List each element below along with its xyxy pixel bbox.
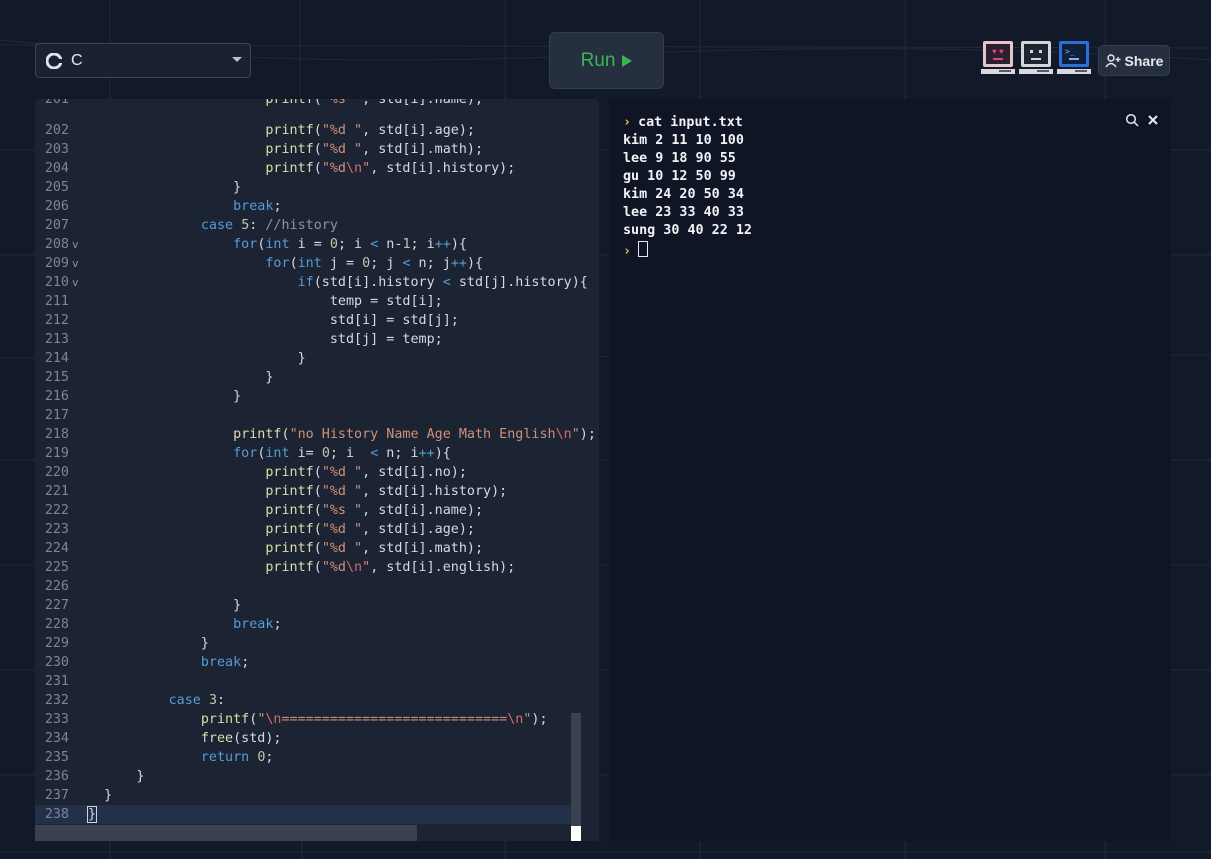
code-line: 210 v if(std[i].history < std[j].history)…	[44, 273, 588, 292]
console-panel[interactable]: › cat input.txt kim 2 11 10 100 lee 9 18 …	[609, 99, 1171, 841]
console-output-line: sung 30 40 22 12	[623, 223, 752, 238]
svg-text:>_: >_	[1065, 47, 1075, 56]
code-line: 225 printf("%d\n", std[i].english);	[44, 560, 516, 575]
collaborator-avatars: ♥ ♥ >_	[981, 40, 1091, 76]
code-line: 215 }	[44, 370, 274, 385]
code-line: 230 break;	[44, 655, 250, 670]
code-line: 237 }	[44, 788, 113, 803]
run-label: Run	[580, 49, 616, 71]
share-button[interactable]: Share	[1098, 45, 1170, 76]
c-language-icon	[46, 52, 62, 69]
console-output-line: gu 10 12 50 99	[623, 169, 736, 184]
code-line: 218 printf("no History Name Age Math Eng…	[44, 427, 596, 442]
code-line: 232 case 3:	[44, 693, 226, 708]
code-line: 231	[44, 674, 69, 689]
code-line: 227 }	[44, 598, 242, 613]
svg-text:♥: ♥	[999, 47, 1004, 56]
heart-eyes-monitor-icon[interactable]: ♥ ♥	[981, 40, 1015, 76]
code-line: 236 }	[44, 769, 145, 784]
code-line: 228 break;	[44, 617, 282, 632]
fold-chevron-icon[interactable]: v	[72, 235, 79, 254]
console-output-line: lee 23 33 40 33	[623, 205, 744, 220]
code-line: 233 printf("\n==========================…	[44, 712, 548, 727]
code-line: 217	[44, 408, 69, 423]
text-cursor: }	[86, 806, 98, 823]
code-line: 205 }	[44, 180, 242, 195]
scrollbar-corner	[571, 826, 581, 841]
console-output-line: kim 2 11 10 100	[623, 133, 744, 148]
console-command-line: › cat input.txt	[623, 114, 743, 132]
vertical-scrollbar[interactable]	[571, 713, 581, 841]
code-line: 226	[44, 579, 69, 594]
search-icon[interactable]	[1125, 113, 1139, 127]
code-line: 220 printf("%d ", std[i].no);	[44, 465, 467, 480]
code-line: 235 return 0;	[44, 750, 274, 765]
code-line: 222 printf("%s ", std[i].name);	[44, 503, 484, 518]
fold-chevron-icon[interactable]: v	[72, 273, 79, 292]
code-line: 204 printf("%d\n", std[i].history);	[44, 161, 516, 176]
code-line: 224 printf("%d ", std[i].math);	[44, 541, 484, 556]
play-icon	[622, 54, 633, 67]
close-icon[interactable]	[1147, 114, 1159, 126]
language-label: C	[71, 51, 83, 69]
code-line: 212 std[i] = std[j];	[44, 313, 459, 328]
prompt-icon: ›	[623, 115, 632, 130]
console-toolbar	[1125, 113, 1159, 127]
code-line: 209 v for(int j = 0; j < n; j++){	[44, 254, 484, 273]
code-line: 202 printf("%d ", std[i].age);	[44, 123, 475, 138]
code-line: 213 std[j] = temp;	[44, 332, 443, 347]
console-command: cat input.txt	[638, 115, 743, 130]
code-editor[interactable]: 201 printf("%s ", std[i].name); 202 prin…	[35, 99, 599, 841]
code-line: 219 for(int i= 0; i < n; i++){	[44, 446, 451, 461]
code-line: 221 printf("%d ", std[i].history);	[44, 484, 508, 499]
language-select[interactable]: C	[35, 43, 251, 78]
code-line: 206 break;	[44, 199, 282, 214]
console-output-line: kim 24 20 50 34	[623, 187, 744, 202]
terminal-cursor	[638, 241, 649, 257]
code-line: 203 printf("%d ", std[i].math);	[44, 142, 484, 157]
run-button[interactable]: Run	[549, 32, 664, 89]
code-line: 211 temp = std[i];	[44, 294, 443, 309]
prompt-icon: ›	[623, 244, 632, 259]
share-label: Share	[1124, 52, 1164, 69]
code-line: 208 v for(int i = 0; i < n-1; i++){	[44, 235, 467, 254]
console-input-line[interactable]: ›	[623, 241, 649, 261]
chevron-down-icon	[232, 57, 242, 62]
code-line: 201 printf("%s ", std[i].name);	[44, 99, 484, 107]
code-line: 207 case 5: //history	[44, 218, 338, 233]
neutral-face-monitor-icon[interactable]	[1019, 40, 1053, 76]
add-user-icon	[1104, 53, 1121, 67]
code-line: 223 printf("%d ", std[i].age);	[44, 522, 475, 537]
code-line: 214 }	[44, 351, 306, 366]
fold-chevron-icon[interactable]: v	[72, 254, 79, 273]
code-line: 234 free(std);	[44, 731, 282, 746]
code-line-active[interactable]: 238}	[35, 805, 571, 824]
console-output-line: lee 9 18 90 55	[623, 151, 736, 166]
horizontal-scrollbar[interactable]	[35, 825, 417, 841]
terminal-prompt-monitor-icon[interactable]: >_	[1057, 40, 1091, 76]
code-line: 229 }	[44, 636, 209, 651]
svg-text:♥: ♥	[992, 47, 997, 56]
code-line: 216 }	[44, 389, 242, 404]
